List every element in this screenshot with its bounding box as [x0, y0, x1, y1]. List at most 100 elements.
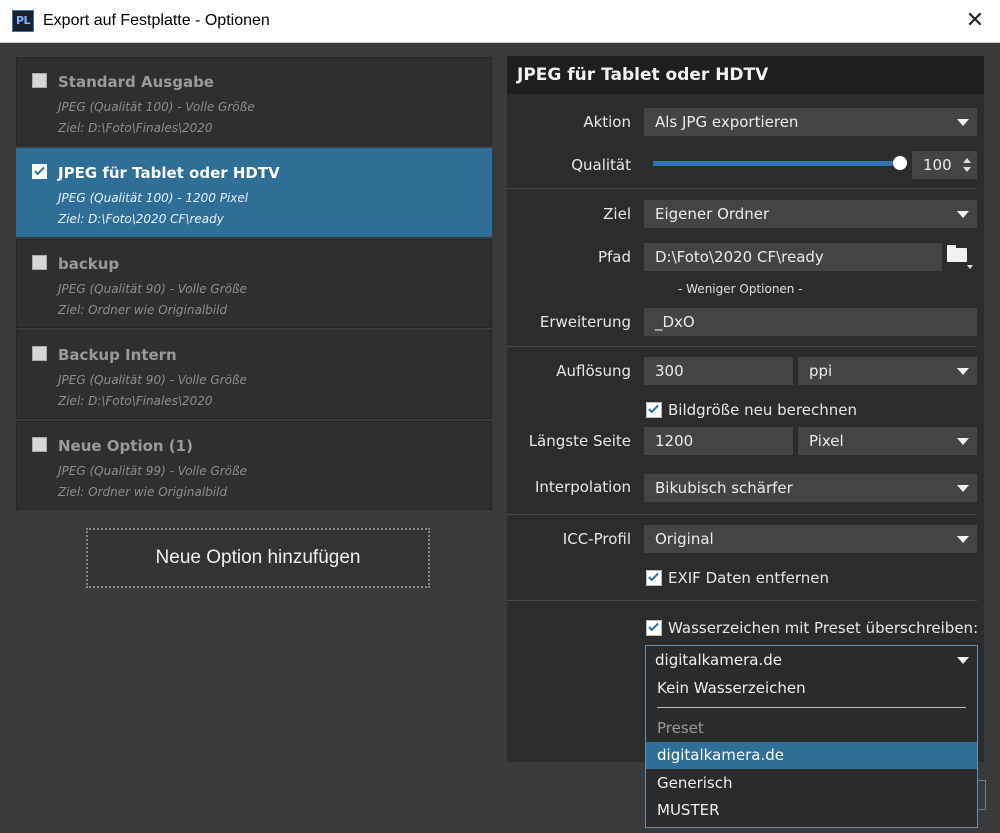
aktion-label: Aktion — [583, 113, 631, 131]
exif-label: EXIF Daten entfernen — [668, 569, 829, 587]
folder-icon[interactable] — [947, 245, 973, 269]
watermark-label: Wasserzeichen mit Preset überschreiben: — [668, 619, 979, 637]
pfad-input[interactable]: D:\Foto\2020 CF\ready — [644, 243, 942, 271]
interpolation-value: Bikubisch schärfer — [655, 479, 793, 497]
icc-label: ICC-Profil — [562, 530, 631, 548]
interpolation-select[interactable]: Bikubisch schärfer — [644, 474, 977, 502]
divider — [507, 600, 977, 601]
less-options-link[interactable]: - Weniger Optionen - — [678, 282, 803, 296]
divider — [507, 188, 977, 189]
close-icon[interactable]: ✕ — [960, 6, 990, 36]
option-checkbox[interactable] — [32, 164, 47, 179]
chevron-down-icon — [957, 438, 969, 445]
chevron-down-icon — [957, 536, 969, 543]
option-name: backup — [58, 255, 120, 273]
dropdown-item-generisch[interactable]: Generisch — [646, 770, 977, 797]
qualitaet-label: Qualität — [571, 156, 631, 174]
aktion-value: Als JPG exportieren — [655, 113, 799, 131]
ziel-value: Eigener Ordner — [655, 205, 770, 223]
chevron-down-icon — [957, 119, 969, 126]
aufloesung-input[interactable]: 300 — [644, 357, 793, 385]
exif-checkbox[interactable] — [646, 570, 662, 586]
aufloesung-unit-select[interactable]: ppi — [798, 357, 977, 385]
option-format: JPEG (Qualität 100) - 1200 Pixel — [58, 191, 249, 205]
pfad-label: Pfad — [597, 248, 631, 266]
check-icon — [34, 164, 45, 176]
title-bar: PL Export auf Festplatte - Optionen ✕ — [0, 0, 1000, 43]
quality-stepper[interactable]: 100 — [912, 151, 977, 179]
aufloesung-label: Auflösung — [556, 362, 631, 380]
icc-select[interactable]: Original — [644, 525, 977, 553]
option-name: JPEG für Tablet oder HDTV — [58, 164, 280, 182]
spin-down-icon[interactable] — [963, 167, 971, 172]
spin-up-icon[interactable] — [963, 158, 971, 163]
option-target: Ziel: Ordner wie Originalbild — [58, 485, 228, 499]
quality-slider-track[interactable] — [653, 161, 903, 166]
dropdown-divider — [657, 707, 966, 708]
option-checkbox[interactable] — [32, 346, 47, 361]
option-item-backup[interactable]: backup JPEG (Qualität 90) - Volle Größe … — [16, 239, 492, 328]
option-target: Ziel: Ordner wie Originalbild — [58, 303, 228, 317]
option-checkbox[interactable] — [32, 73, 47, 88]
erweiterung-value: _DxO — [655, 313, 695, 331]
watermark-preset-dropdown[interactable]: digitalkamera.de Kein Wasserzeichen Pres… — [645, 645, 978, 828]
laengste-seite-input[interactable]: 1200 — [644, 427, 793, 455]
erweiterung-label: Erweiterung — [539, 313, 631, 331]
add-option-button[interactable]: Neue Option hinzufügen — [86, 528, 430, 588]
watermark-preset-select[interactable]: digitalkamera.de — [646, 646, 977, 674]
laengste-seite-unit-select[interactable]: Pixel — [798, 427, 977, 455]
recalc-label: Bildgröße neu berechnen — [668, 401, 857, 419]
laengste-seite-label: Längste Seite — [528, 432, 631, 450]
panel-title: JPEG für Tablet oder HDTV — [517, 65, 769, 85]
aufloesung-unit: ppi — [809, 362, 833, 380]
laengste-seite-value: 1200 — [655, 432, 694, 450]
dropdown-group-preset: Preset — [657, 719, 704, 737]
dropdown-item-kein-wasserzeichen[interactable]: Kein Wasserzeichen — [646, 675, 977, 702]
ziel-select[interactable]: Eigener Ordner — [644, 200, 977, 228]
recalc-checkbox[interactable] — [646, 402, 662, 418]
window-title: Export auf Festplatte - Optionen — [43, 12, 270, 29]
option-item-neue-option[interactable]: Neue Option (1) JPEG (Qualität 99) - Vol… — [16, 421, 492, 510]
quality-value: 100 — [923, 156, 952, 174]
aktion-select[interactable]: Als JPG exportieren — [644, 108, 977, 136]
option-target: Ziel: D:\Foto\2020 CF\ready — [58, 212, 224, 226]
chevron-down-icon — [957, 485, 969, 492]
ziel-label: Ziel — [603, 205, 631, 223]
check-icon — [648, 620, 659, 632]
option-format: JPEG (Qualität 99) - Volle Größe — [58, 464, 247, 478]
check-icon — [648, 570, 659, 582]
dropdown-item-digitalkamera[interactable]: digitalkamera.de — [646, 742, 977, 769]
option-target: Ziel: D:\Foto\Finales\2020 — [58, 121, 213, 135]
dropdown-item-muster[interactable]: MUSTER — [646, 797, 977, 824]
option-list: Standard Ausgabe JPEG (Qualität 100) - V… — [16, 57, 492, 512]
hidden-button-edge[interactable] — [978, 780, 986, 810]
watermark-checkbox[interactable] — [646, 620, 662, 636]
option-format: JPEG (Qualität 90) - Volle Größe — [58, 282, 247, 296]
option-format: JPEG (Qualität 100) - Volle Größe — [58, 100, 255, 114]
option-name: Neue Option (1) — [58, 437, 193, 455]
option-checkbox[interactable] — [32, 255, 47, 270]
option-checkbox[interactable] — [32, 437, 47, 452]
option-item-standard-ausgabe[interactable]: Standard Ausgabe JPEG (Qualität 100) - V… — [16, 57, 492, 146]
panel-header: JPEG für Tablet oder HDTV — [507, 56, 984, 94]
option-item-backup-intern[interactable]: Backup Intern JPEG (Qualität 90) - Volle… — [16, 330, 492, 419]
chevron-down-icon — [957, 368, 969, 375]
check-icon — [648, 402, 659, 414]
laengste-seite-unit: Pixel — [809, 432, 844, 450]
divider — [507, 514, 977, 515]
app-logo-icon: PL — [12, 10, 34, 32]
icc-value: Original — [655, 530, 714, 548]
interpolation-label: Interpolation — [535, 478, 631, 496]
option-name: Standard Ausgabe — [58, 73, 214, 91]
divider — [507, 346, 977, 347]
erweiterung-input[interactable]: _DxO — [644, 308, 977, 336]
chevron-down-icon — [957, 657, 969, 664]
pfad-value: D:\Foto\2020 CF\ready — [655, 248, 824, 266]
option-target: Ziel: D:\Foto\Finales\2020 — [58, 394, 213, 408]
watermark-preset-value: digitalkamera.de — [655, 651, 782, 669]
option-format: JPEG (Qualität 90) - Volle Größe — [58, 373, 247, 387]
option-name: Backup Intern — [58, 346, 177, 364]
quality-slider-thumb[interactable] — [893, 156, 907, 170]
aufloesung-value: 300 — [655, 362, 684, 380]
option-item-jpeg-tablet[interactable]: JPEG für Tablet oder HDTV JPEG (Qualität… — [16, 148, 492, 237]
